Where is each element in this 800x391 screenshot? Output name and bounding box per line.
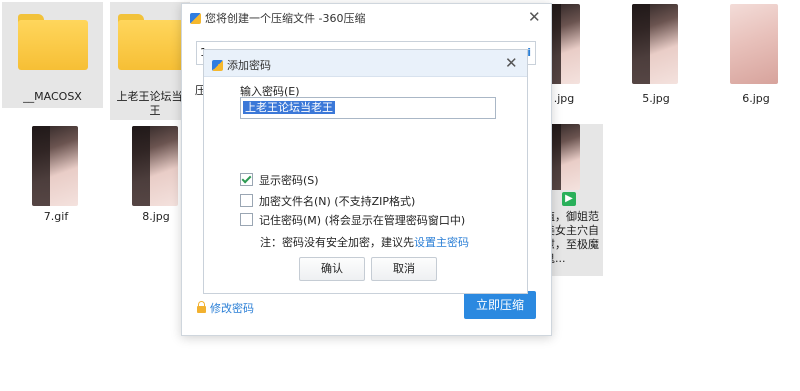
close-icon[interactable]: ✕	[505, 56, 518, 71]
video-file[interactable]: ▶ 植，御姐范美女主穴自慰，至极魔鬼...	[544, 124, 603, 276]
checkbox-checked-icon	[240, 173, 253, 186]
remember-password-checkbox[interactable]: 记住密码(M) (将会显示在管理密码窗口中)	[240, 212, 465, 228]
360zip-app-icon	[190, 13, 201, 24]
image-file-6[interactable]: 6.jpg	[726, 4, 786, 108]
checkbox-icon	[240, 194, 253, 207]
encrypt-filenames-checkbox[interactable]: 加密文件名(N) (不支持ZIP格式)	[240, 193, 415, 209]
password-input[interactable]: 上老王论坛当老王	[240, 97, 496, 119]
image-file-7[interactable]: 7.gif	[28, 126, 84, 226]
dialog-title: 您将创建一个压缩文件 -360压缩	[190, 10, 365, 26]
item-label: 8.jpg	[142, 210, 170, 223]
password-dialog-header: 添加密码 ✕	[204, 50, 527, 77]
image-thumbnail	[632, 4, 678, 84]
image-file-partial[interactable]: .jpg	[548, 4, 580, 108]
password-dialog-title: 添加密码	[212, 57, 271, 73]
compress-now-button[interactable]: 立即压缩	[464, 291, 536, 319]
password-input-value: 上老王论坛当老王	[243, 101, 335, 114]
lock-icon	[197, 301, 206, 313]
image-thumbnail	[32, 126, 78, 206]
folder-laowang[interactable]: 上老王论坛当老王	[110, 2, 194, 120]
item-label: 植，御姐范美女主穴自慰，至极魔鬼...	[544, 210, 599, 265]
360zip-app-icon	[212, 60, 223, 71]
checkbox-icon	[240, 213, 253, 226]
image-thumbnail	[548, 4, 580, 84]
folder-icon	[118, 14, 188, 70]
image-thumbnail	[730, 4, 778, 84]
item-label: __MACOSX	[23, 90, 82, 103]
item-label: 5.jpg	[642, 92, 670, 105]
close-icon[interactable]: ✕	[528, 10, 541, 25]
folder-icon	[18, 14, 88, 70]
image-thumbnail	[132, 126, 178, 206]
item-label: 7.gif	[43, 210, 69, 223]
item-label: 6.jpg	[742, 92, 770, 105]
video-badge-icon: ▶	[562, 192, 576, 206]
modify-password-link[interactable]: 修改密码	[197, 300, 254, 316]
ok-button[interactable]: 确认	[299, 257, 365, 281]
set-master-password-link[interactable]: 设置主密码	[414, 236, 469, 249]
dialog-title-text: 您将创建一个压缩文件 -360压缩	[205, 12, 366, 25]
security-note: 注：密码没有安全加密，建议先设置主密码	[260, 236, 469, 249]
add-password-dialog: 添加密码 ✕ 输入密码(E) 上老王论坛当老王 显示密码(S) 加密文件名(N)…	[203, 49, 528, 294]
image-file-5[interactable]: 5.jpg	[628, 4, 684, 108]
show-password-checkbox[interactable]: 显示密码(S)	[240, 172, 319, 188]
cancel-button[interactable]: 取消	[371, 257, 437, 281]
image-file-8[interactable]: 8.jpg	[128, 126, 184, 226]
folder-macosx[interactable]: __MACOSX	[2, 2, 103, 108]
video-thumbnail	[548, 124, 580, 190]
item-label: .jpg	[553, 92, 575, 105]
